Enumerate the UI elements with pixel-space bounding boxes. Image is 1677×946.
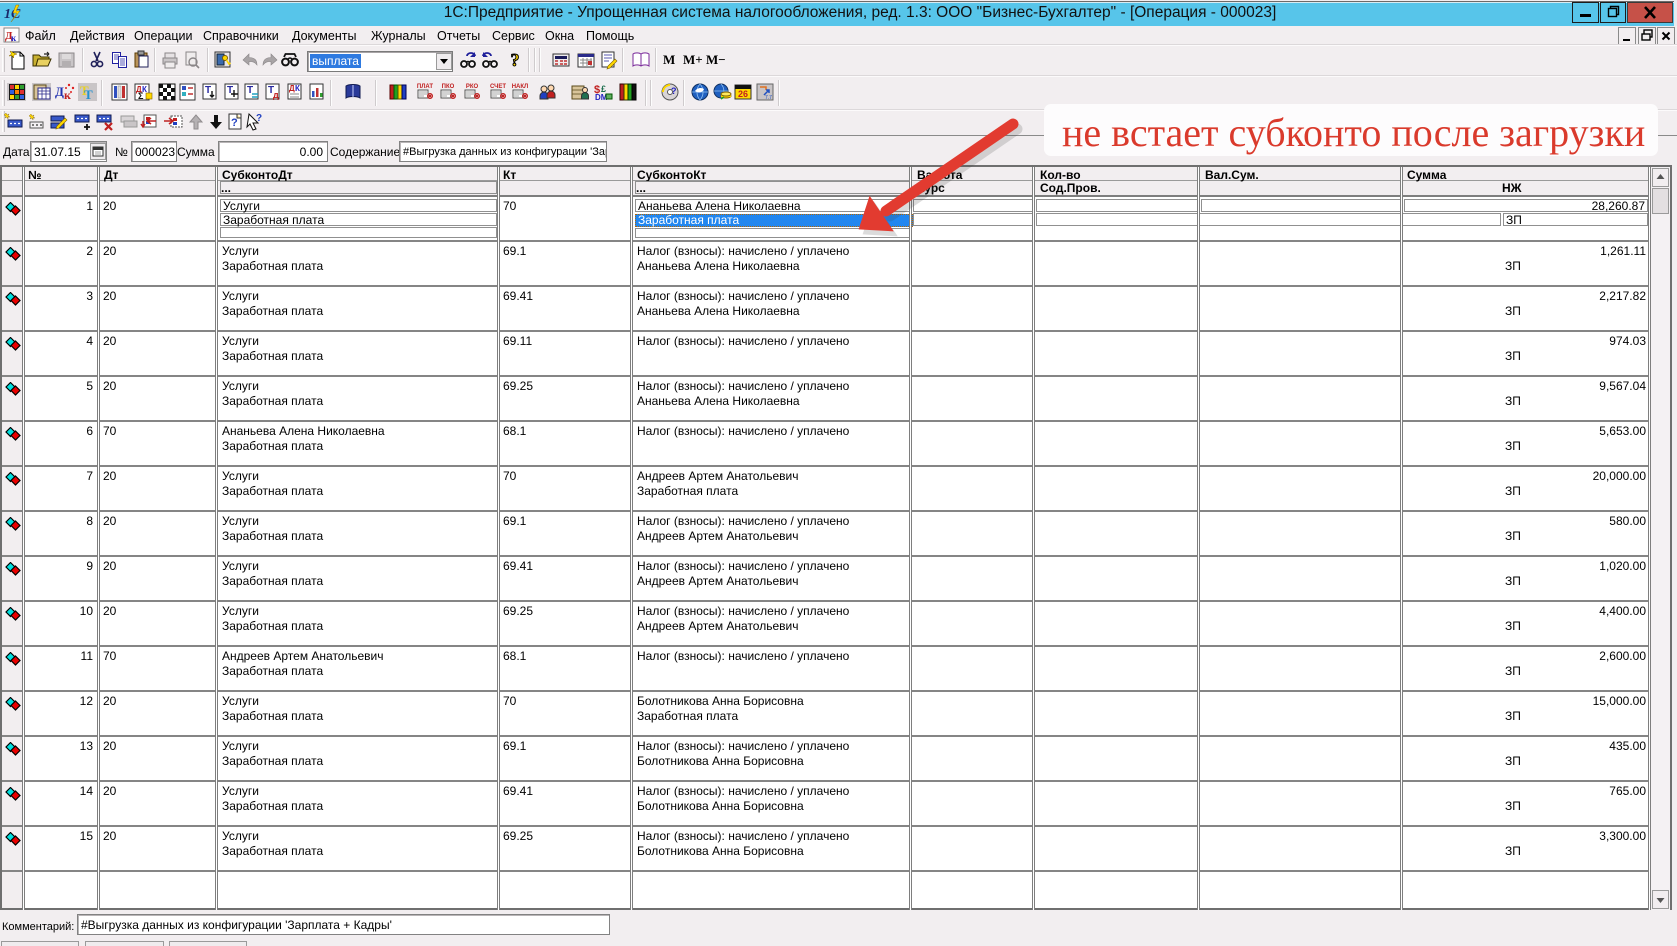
- svg-text:?: ?: [511, 50, 520, 70]
- svg-text:7.7: 7.7: [765, 95, 772, 101]
- svg-text:Σ: Σ: [138, 91, 144, 101]
- svg-text:?: ?: [256, 113, 262, 124]
- svg-text:?: ?: [671, 86, 677, 96]
- svg-text:СЧЕТ: СЧЕТ: [490, 84, 506, 90]
- svg-text:НАКЛ: НАКЛ: [512, 84, 529, 90]
- svg-text:T: T: [205, 85, 211, 96]
- svg-text:Т: Т: [84, 87, 93, 102]
- svg-text:ПЛАТ: ПЛАТ: [417, 84, 434, 90]
- svg-text:к: к: [64, 88, 71, 102]
- svg-text:д: д: [273, 90, 279, 100]
- svg-text:РКО: РКО: [466, 84, 479, 90]
- svg-text:?: ?: [231, 117, 238, 129]
- svg-text:ПКО: ПКО: [442, 84, 455, 90]
- svg-text:Д: Д: [55, 84, 64, 99]
- svg-text:К: К: [295, 84, 300, 93]
- svg-text:26: 26: [738, 89, 748, 99]
